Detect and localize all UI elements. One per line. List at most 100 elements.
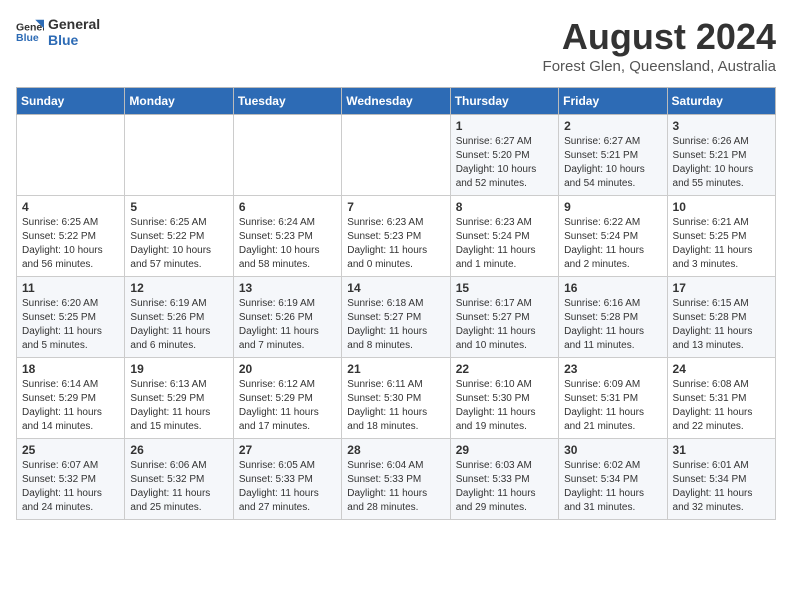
- calendar-week-row: 18 Sunrise: 6:14 AM Sunset: 5:29 PM Dayli…: [17, 358, 776, 439]
- day-info: Sunrise: 6:10 AM Sunset: 5:30 PM Dayligh…: [456, 378, 553, 434]
- logo-line1: General: [48, 16, 100, 32]
- day-info: Sunrise: 6:15 AM Sunset: 5:28 PM Dayligh…: [673, 297, 770, 353]
- calendar-cell: 26Sunrise: 6:06 AM Sunset: 5:32 PM Dayli…: [125, 439, 233, 520]
- day-number: 17: [673, 281, 770, 295]
- calendar-cell: 6Sunrise: 6:24 AM Sunset: 5:23 PM Daylig…: [233, 196, 341, 277]
- day-info: Sunrise: 6:23 AM Sunset: 5:23 PM Dayligh…: [347, 216, 444, 272]
- day-number: 22: [456, 362, 553, 376]
- day-info: Sunrise: 6:09 AM Sunset: 5:31 PM Dayligh…: [564, 378, 661, 434]
- page-header: General Blue General Blue August 2024 Fo…: [16, 16, 776, 75]
- logo-line2: Blue: [48, 32, 100, 48]
- calendar-cell: 2Sunrise: 6:27 AM Sunset: 5:21 PM Daylig…: [559, 115, 667, 196]
- calendar-week-row: 1 Sunrise: 6:27 AM Sunset: 5:20 PM Daylig…: [17, 115, 776, 196]
- calendar-week-row: 11 Sunrise: 6:20 AM Sunset: 5:25 PM Dayli…: [17, 277, 776, 358]
- calendar-cell: 7 Sunrise: 6:23 AM Sunset: 5:23 PM Daylig…: [342, 196, 450, 277]
- calendar-cell: 29 Sunrise: 6:03 AM Sunset: 5:33 PM Dayli…: [450, 439, 558, 520]
- day-number: 18: [22, 362, 119, 376]
- calendar-cell: 9Sunrise: 6:22 AM Sunset: 5:24 PM Daylig…: [559, 196, 667, 277]
- day-info: Sunrise: 6:12 AM Sunset: 5:29 PM Dayligh…: [239, 378, 336, 434]
- day-info: Sunrise: 6:17 AM Sunset: 5:27 PM Dayligh…: [456, 297, 553, 353]
- calendar-cell: 12 Sunrise: 6:19 AM Sunset: 5:26 PM Dayli…: [125, 277, 233, 358]
- day-number: 21: [347, 362, 444, 376]
- day-number: 11: [22, 281, 119, 295]
- calendar-cell: 13 Sunrise: 6:19 AM Sunset: 5:26 PM Dayli…: [233, 277, 341, 358]
- calendar-cell: 8 Sunrise: 6:23 AM Sunset: 5:24 PM Daylig…: [450, 196, 558, 277]
- weekday-header-tuesday: Tuesday: [233, 88, 341, 115]
- day-info: Sunrise: 6:21 AM Sunset: 5:25 PM Dayligh…: [673, 216, 770, 272]
- day-info: Sunrise: 6:14 AM Sunset: 5:29 PM Dayligh…: [22, 378, 119, 434]
- day-number: 14: [347, 281, 444, 295]
- day-info: Sunrise: 6:25 AM Sunset: 5:22 PM Dayligh…: [130, 216, 227, 272]
- weekday-header-monday: Monday: [125, 88, 233, 115]
- day-info: Sunrise: 6:01 AM Sunset: 5:34 PM Dayligh…: [673, 459, 770, 515]
- day-info: Sunrise: 6:25 AM Sunset: 5:22 PM Dayligh…: [22, 216, 119, 272]
- day-info: Sunrise: 6:04 AM Sunset: 5:33 PM Dayligh…: [347, 459, 444, 515]
- calendar-cell: 19 Sunrise: 6:13 AM Sunset: 5:29 PM Dayli…: [125, 358, 233, 439]
- day-info: Sunrise: 6:27 AM Sunset: 5:20 PM Dayligh…: [456, 135, 553, 191]
- calendar-cell: [233, 115, 341, 196]
- day-number: 31: [673, 443, 770, 457]
- day-info: Sunrise: 6:03 AM Sunset: 5:33 PM Dayligh…: [456, 459, 553, 515]
- calendar-cell: 31 Sunrise: 6:01 AM Sunset: 5:34 PM Dayli…: [667, 439, 775, 520]
- weekday-header-wednesday: Wednesday: [342, 88, 450, 115]
- day-number: 29: [456, 443, 553, 457]
- day-number: 7: [347, 200, 444, 214]
- title-block: August 2024 Forest Glen, Queensland, Aus…: [543, 16, 776, 75]
- calendar-week-row: 25Sunrise: 6:07 AM Sunset: 5:32 PM Dayli…: [17, 439, 776, 520]
- day-info: Sunrise: 6:19 AM Sunset: 5:26 PM Dayligh…: [239, 297, 336, 353]
- day-info: Sunrise: 6:08 AM Sunset: 5:31 PM Dayligh…: [673, 378, 770, 434]
- calendar-week-row: 4Sunrise: 6:25 AM Sunset: 5:22 PM Daylig…: [17, 196, 776, 277]
- calendar-cell: [17, 115, 125, 196]
- calendar-cell: 3 Sunrise: 6:26 AM Sunset: 5:21 PM Daylig…: [667, 115, 775, 196]
- day-number: 1: [456, 119, 553, 133]
- calendar-cell: 14Sunrise: 6:18 AM Sunset: 5:27 PM Dayli…: [342, 277, 450, 358]
- calendar-cell: 11 Sunrise: 6:20 AM Sunset: 5:25 PM Dayli…: [17, 277, 125, 358]
- day-number: 13: [239, 281, 336, 295]
- day-number: 23: [564, 362, 661, 376]
- day-info: Sunrise: 6:19 AM Sunset: 5:26 PM Dayligh…: [130, 297, 227, 353]
- calendar-cell: 10 Sunrise: 6:21 AM Sunset: 5:25 PM Dayli…: [667, 196, 775, 277]
- calendar-cell: 15 Sunrise: 6:17 AM Sunset: 5:27 PM Dayli…: [450, 277, 558, 358]
- day-number: 6: [239, 200, 336, 214]
- calendar-cell: 27 Sunrise: 6:05 AM Sunset: 5:33 PM Dayli…: [233, 439, 341, 520]
- calendar-cell: 25Sunrise: 6:07 AM Sunset: 5:32 PM Dayli…: [17, 439, 125, 520]
- calendar-cell: [342, 115, 450, 196]
- day-number: 19: [130, 362, 227, 376]
- calendar-cell: 17 Sunrise: 6:15 AM Sunset: 5:28 PM Dayli…: [667, 277, 775, 358]
- day-info: Sunrise: 6:26 AM Sunset: 5:21 PM Dayligh…: [673, 135, 770, 191]
- day-info: Sunrise: 6:05 AM Sunset: 5:33 PM Dayligh…: [239, 459, 336, 515]
- calendar-cell: 23 Sunrise: 6:09 AM Sunset: 5:31 PM Dayli…: [559, 358, 667, 439]
- day-number: 24: [673, 362, 770, 376]
- day-number: 9: [564, 200, 661, 214]
- calendar-cell: [125, 115, 233, 196]
- day-number: 2: [564, 119, 661, 133]
- calendar-cell: 18 Sunrise: 6:14 AM Sunset: 5:29 PM Dayli…: [17, 358, 125, 439]
- weekday-header-row: SundayMondayTuesdayWednesdayThursdayFrid…: [17, 88, 776, 115]
- day-info: Sunrise: 6:07 AM Sunset: 5:32 PM Dayligh…: [22, 459, 119, 515]
- day-info: Sunrise: 6:02 AM Sunset: 5:34 PM Dayligh…: [564, 459, 661, 515]
- day-info: Sunrise: 6:23 AM Sunset: 5:24 PM Dayligh…: [456, 216, 553, 272]
- weekday-header-saturday: Saturday: [667, 88, 775, 115]
- weekday-header-friday: Friday: [559, 88, 667, 115]
- day-info: Sunrise: 6:13 AM Sunset: 5:29 PM Dayligh…: [130, 378, 227, 434]
- day-info: Sunrise: 6:20 AM Sunset: 5:25 PM Dayligh…: [22, 297, 119, 353]
- day-number: 27: [239, 443, 336, 457]
- calendar-cell: 30Sunrise: 6:02 AM Sunset: 5:34 PM Dayli…: [559, 439, 667, 520]
- day-number: 15: [456, 281, 553, 295]
- day-number: 20: [239, 362, 336, 376]
- day-info: Sunrise: 6:11 AM Sunset: 5:30 PM Dayligh…: [347, 378, 444, 434]
- calendar-cell: 20 Sunrise: 6:12 AM Sunset: 5:29 PM Dayli…: [233, 358, 341, 439]
- day-info: Sunrise: 6:06 AM Sunset: 5:32 PM Dayligh…: [130, 459, 227, 515]
- calendar-cell: 16Sunrise: 6:16 AM Sunset: 5:28 PM Dayli…: [559, 277, 667, 358]
- svg-text:Blue: Blue: [16, 32, 39, 44]
- month-title: August 2024: [543, 16, 776, 58]
- day-number: 5: [130, 200, 227, 214]
- day-number: 12: [130, 281, 227, 295]
- day-number: 3: [673, 119, 770, 133]
- day-number: 10: [673, 200, 770, 214]
- day-number: 8: [456, 200, 553, 214]
- day-number: 16: [564, 281, 661, 295]
- calendar-cell: 1 Sunrise: 6:27 AM Sunset: 5:20 PM Daylig…: [450, 115, 558, 196]
- calendar-cell: 4Sunrise: 6:25 AM Sunset: 5:22 PM Daylig…: [17, 196, 125, 277]
- calendar-cell: 5 Sunrise: 6:25 AM Sunset: 5:22 PM Daylig…: [125, 196, 233, 277]
